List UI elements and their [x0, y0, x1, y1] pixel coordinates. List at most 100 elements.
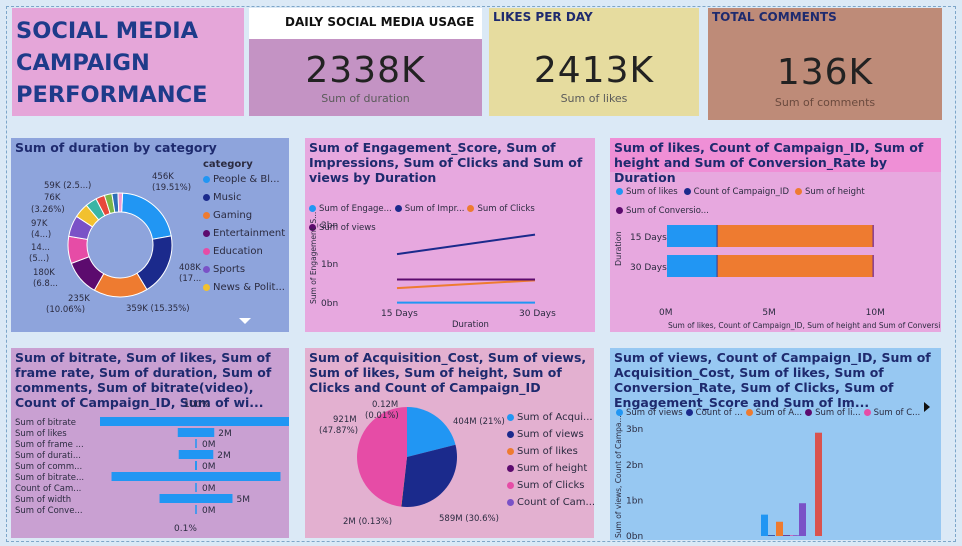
legend-item[interactable]: News & Polit...	[203, 282, 285, 293]
donut-legend: People & Bl... Music Gaming Entertainment Ed…	[203, 174, 285, 300]
title-line: CAMPAIGN	[16, 50, 150, 76]
scroll-down-icon[interactable]	[239, 318, 251, 324]
y-axis-title: Duration	[614, 231, 623, 266]
funnel-bar[interactable]	[195, 461, 197, 470]
funnel-row-label: Sum of comm...	[15, 462, 82, 472]
bar-segment[interactable]	[872, 255, 874, 277]
funnel-panel[interactable]: Sum of bitrate, Sum of likes, Sum of fra…	[11, 348, 289, 538]
card-total-comments[interactable]: TOTAL COMMENTS 136K Sum of comments	[708, 8, 942, 120]
donut-panel[interactable]: Sum of duration by category 456K (19.51%)…	[11, 138, 289, 332]
bar-panel[interactable]: Sum of likes, Count of Campaign_ID, Sum …	[610, 138, 941, 332]
y-tick-label: 0bn	[321, 299, 338, 309]
bar-segment[interactable]	[872, 225, 874, 247]
legend-title: category	[203, 159, 253, 170]
legend-item[interactable]: Sum of height	[507, 463, 594, 474]
legend-dot-icon	[507, 430, 514, 438]
pie-data-label: 0.12M	[372, 400, 398, 410]
legend-item[interactable]: Education	[203, 246, 285, 257]
funnel-value-label: 0M	[202, 506, 216, 516]
donut-data-label: (5...)	[29, 254, 49, 264]
funnel-bar[interactable]	[195, 483, 197, 492]
x-tick-label: 0M	[659, 308, 673, 318]
column-bar[interactable]	[815, 432, 822, 536]
x-tick-label: 30 Days	[519, 309, 556, 319]
legend-item[interactable]: People & Bl...	[203, 174, 285, 185]
legend-label: Sum of likes	[517, 446, 578, 457]
title-tile: SOCIAL MEDIA CAMPAIGN PERFORMANCE	[12, 8, 244, 116]
legend-item[interactable]: Sum of Clicks	[507, 480, 594, 491]
funnel-bar[interactable]	[195, 505, 197, 514]
legend-dot-icon	[507, 464, 514, 472]
funnel-bar[interactable]	[195, 439, 197, 448]
legend-dot-icon	[203, 283, 210, 291]
donut-slice[interactable]	[117, 192, 124, 213]
column-bar[interactable]	[761, 514, 768, 536]
pie-slice[interactable]	[356, 407, 407, 507]
donut-data-label: 76K	[44, 193, 61, 203]
x-tick-label: 10M	[866, 308, 885, 318]
donut-data-label: (3.26%)	[31, 205, 65, 215]
bar-segment[interactable]	[717, 225, 873, 247]
bar-segment[interactable]	[667, 255, 717, 277]
title-line: PERFORMANCE	[16, 82, 208, 108]
bar-segment[interactable]	[716, 225, 718, 247]
legend-label: Count of Cam...	[517, 497, 594, 508]
column-bar[interactable]	[768, 535, 775, 536]
pie-data-label: 2M (0.13%)	[343, 517, 392, 527]
card-value: 2413K	[533, 50, 655, 91]
card-caption: Sum of likes	[560, 92, 628, 105]
funnel-value-label: 2M	[217, 451, 231, 461]
legend-dot-icon	[507, 447, 514, 455]
funnel-value-label: 0M	[202, 440, 216, 450]
column-bar[interactable]	[799, 503, 806, 536]
legend-item[interactable]: Sum of Acqui...	[507, 412, 594, 423]
funnel-bar[interactable]	[177, 428, 215, 437]
funnel-value-label: 0M	[202, 462, 216, 472]
y-tick-label: 1bn	[626, 496, 643, 506]
legend-item[interactable]: Sum of views	[507, 429, 594, 440]
series-line[interactable]	[396, 233, 536, 256]
donut-slice[interactable]	[121, 192, 172, 240]
column-panel[interactable]: Sum of views, Count of Campaign_ID, Sum …	[610, 348, 941, 540]
legend-item[interactable]: Entertainment	[203, 228, 285, 239]
donut-data-label: 59K (2.5...)	[44, 181, 91, 191]
funnel-value-label: 5M	[236, 495, 250, 505]
funnel-row-label: Sum of bitrate...	[15, 473, 84, 483]
column-bar[interactable]	[793, 535, 800, 536]
line-panel[interactable]: Sum of Engagement_Score, Sum of Impressi…	[305, 138, 595, 332]
column-bar[interactable]	[783, 535, 790, 536]
legend-dot-icon	[507, 481, 514, 489]
legend-item[interactable]: Music	[203, 192, 285, 203]
funnel-row-label: Sum of likes	[15, 429, 67, 439]
donut-data-label: 235K	[68, 294, 90, 304]
x-axis-title: Duration	[452, 320, 489, 330]
legend-item[interactable]: Sports	[203, 264, 285, 275]
x-tick-label: 5M	[762, 308, 776, 318]
card-daily-usage[interactable]: DAILY SOCIAL MEDIA USAGE 2338K Sum of du…	[249, 8, 482, 116]
funnel-bar[interactable]	[111, 472, 281, 481]
funnel-bar[interactable]	[159, 494, 233, 503]
bar-segment[interactable]	[716, 255, 718, 277]
line-chart: 2bn 1bn 0bn 15 Days 30 Days Duration Sum of En…	[309, 212, 556, 330]
legend-item[interactable]: Sum of likes	[507, 446, 594, 457]
funnel-row-label: Sum of frame ...	[15, 440, 84, 450]
bar-segment[interactable]	[717, 255, 873, 277]
legend-dot-icon	[203, 265, 210, 273]
pie-panel[interactable]: Sum of Acquisition_Cost, Sum of views, S…	[305, 348, 594, 538]
donut-data-label: 97K	[31, 219, 48, 229]
funnel-chart: 100% Sum of bitrateSum of likes 2M Sum of f…	[15, 400, 289, 534]
funnel-value-label: 0M	[202, 484, 216, 494]
legend-item[interactable]: Gaming	[203, 210, 285, 221]
bar-segment[interactable]	[667, 225, 717, 247]
card-likes-per-day[interactable]: LIKES PER DAY 2413K Sum of likes	[489, 8, 699, 116]
series-line[interactable]	[396, 279, 536, 290]
pie-data-label: 921M	[333, 415, 357, 425]
donut-data-label: (17...	[179, 274, 201, 284]
funnel-bar[interactable]	[178, 450, 214, 459]
y-axis-title: Sum of views, Count of Campa...	[614, 415, 623, 538]
legend-item[interactable]: Count of Cam...	[507, 497, 594, 508]
legend-dot-icon	[203, 211, 210, 219]
column-bar[interactable]	[776, 521, 783, 536]
pie-data-label: 589M (30.6%)	[439, 514, 499, 524]
funnel-bar[interactable]	[100, 417, 289, 426]
